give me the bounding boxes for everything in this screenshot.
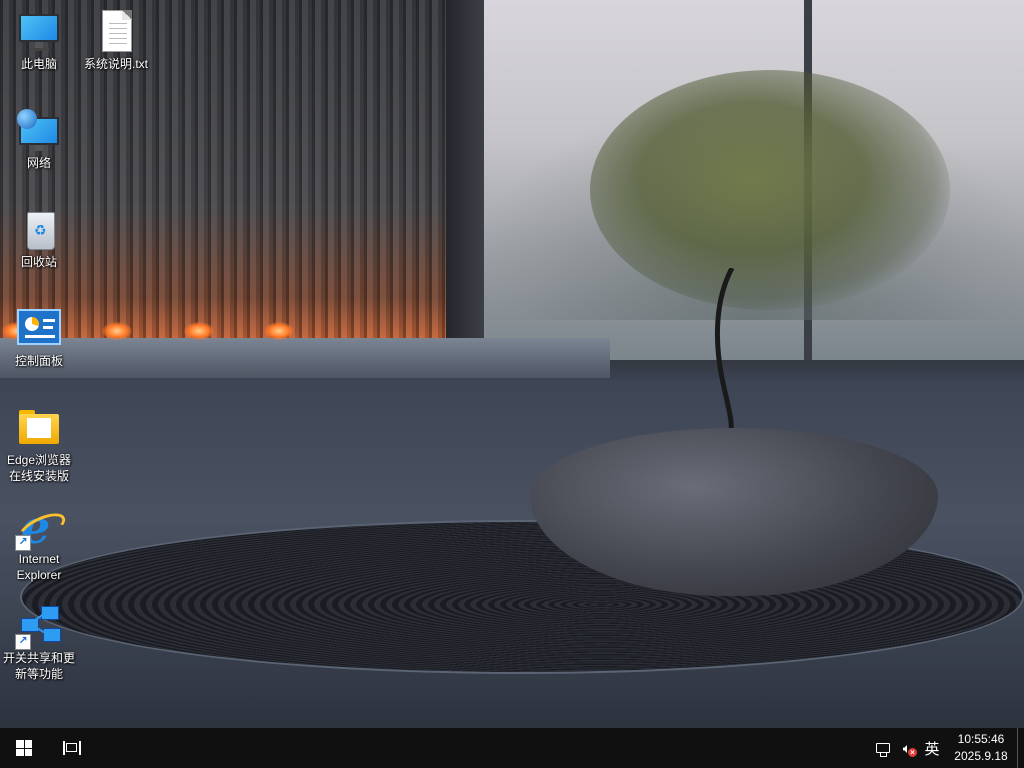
wallpaper-flame xyxy=(264,322,294,340)
folder-icon xyxy=(17,406,61,450)
wallpaper-tree-foliage xyxy=(590,70,950,310)
clock-time: 10:55:46 xyxy=(957,732,1005,746)
taskbar: 🔈︎ × 英 10:55:46 2025.9.18 xyxy=(0,728,1024,768)
monitor-icon xyxy=(17,10,61,54)
muted-badge-icon: × xyxy=(908,748,917,757)
show-desktop-button[interactable] xyxy=(1017,728,1024,768)
desktop-icon-label: 此电脑 xyxy=(20,57,57,71)
desktop-icon-label: Edge浏览器 在线安装版 xyxy=(6,453,72,483)
desktop-icon-label: Internet Explorer xyxy=(16,552,62,582)
desktop-icon-this-pc[interactable]: 此电脑 xyxy=(1,4,77,72)
network-tray-button[interactable] xyxy=(871,728,895,768)
clock-date: 2025.9.18 xyxy=(954,749,1008,763)
wallpaper-flame xyxy=(102,322,132,340)
clock-button[interactable]: 10:55:46 2025.9.18 xyxy=(945,728,1017,768)
system-tray: 🔈︎ × 英 10:55:46 2025.9.18 xyxy=(871,728,1024,768)
wallpaper-tree-trunk xyxy=(714,268,735,438)
task-view-button[interactable] xyxy=(48,728,96,768)
network-icon xyxy=(876,743,890,757)
desktop-icon-edge-installer[interactable]: Edge浏览器 在线安装版 xyxy=(1,400,77,484)
desktop-icon-internet-explorer[interactable]: e ↗ Internet Explorer xyxy=(1,499,77,583)
shortcut-arrow-icon: ↗ xyxy=(15,634,31,650)
wallpaper-flame xyxy=(184,322,214,340)
shortcut-arrow-icon: ↗ xyxy=(15,535,31,551)
desktop-icon-control-panel[interactable]: 控制面板 xyxy=(1,301,77,369)
desktop-icon-sharing-settings[interactable]: ↗ 开关共享和更 新等功能 xyxy=(1,598,77,682)
wallpaper-ledge xyxy=(0,338,610,378)
desktop-icon-label: 回收站 xyxy=(20,255,57,269)
network-icon xyxy=(17,109,61,153)
desktop-icon-system-readme[interactable]: 系统说明.txt xyxy=(78,4,154,72)
desktop-icon-recycle-bin[interactable]: ♻ 回收站 xyxy=(1,202,77,270)
internet-explorer-icon: e ↗ xyxy=(14,504,70,551)
task-view-icon xyxy=(63,741,81,755)
input-method-indicator[interactable]: 英 xyxy=(919,728,945,768)
windows-logo-icon xyxy=(16,740,32,756)
desktop-icon-label: 控制面板 xyxy=(14,354,63,368)
recycle-bin-icon: ♻ xyxy=(17,208,61,252)
network-sharing-icon: ↗ xyxy=(15,604,61,650)
desktop-icon-network[interactable]: 网络 xyxy=(1,103,77,171)
desktop-icon-label: 开关共享和更 新等功能 xyxy=(2,651,75,681)
desktop-icon-label: 网络 xyxy=(26,156,51,170)
control-panel-icon xyxy=(17,307,61,351)
desktop-icon-label: 系统说明.txt xyxy=(83,57,148,71)
text-file-icon xyxy=(94,10,138,54)
wallpaper-pillar xyxy=(446,0,484,340)
start-button[interactable] xyxy=(0,728,48,768)
volume-tray-button[interactable]: 🔈︎ × xyxy=(895,728,919,768)
desktop-wallpaper xyxy=(0,0,1024,728)
